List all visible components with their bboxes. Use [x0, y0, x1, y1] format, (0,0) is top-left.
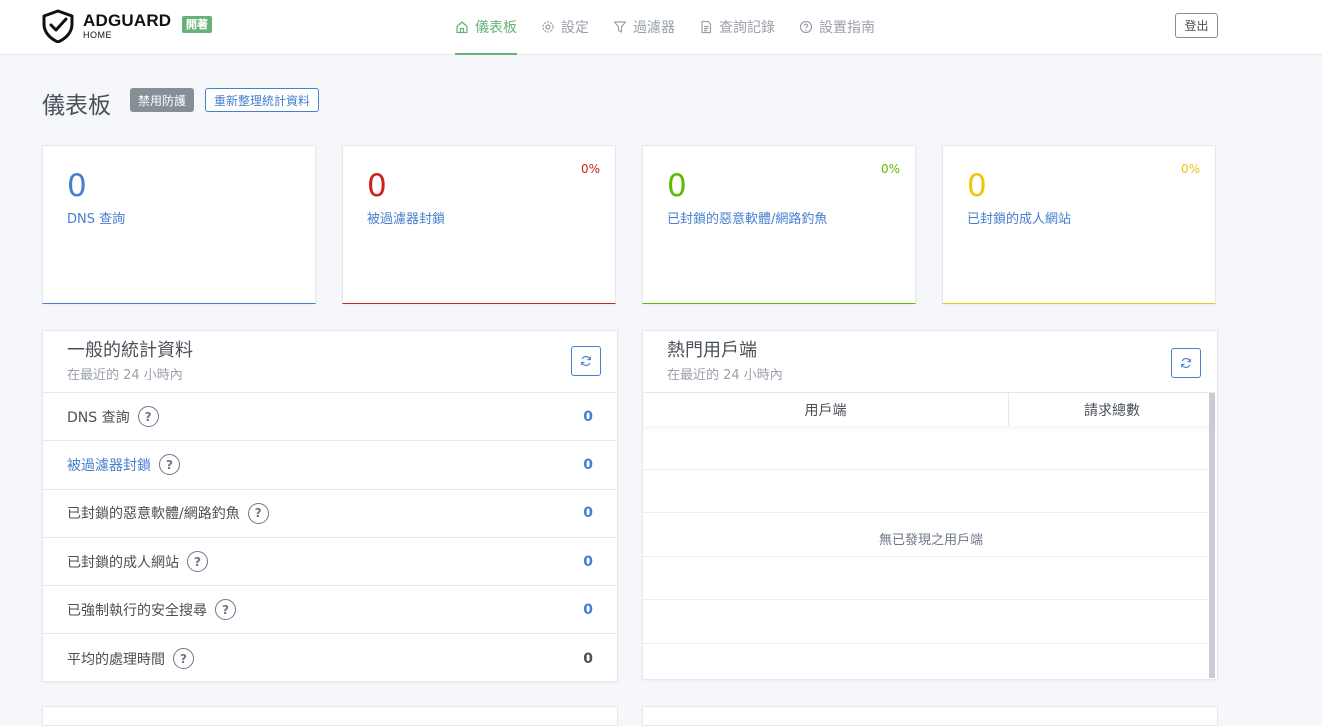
- stat-percent: 0%: [880, 162, 900, 176]
- stat-value: 0: [367, 168, 387, 204]
- table-row: 已封鎖的惡意軟體/網路釣魚? 0: [43, 490, 617, 538]
- table-row: DNS 查詢? 0: [43, 393, 617, 442]
- row-label[interactable]: 被過濾器封鎖: [67, 455, 151, 475]
- refresh-statistics-button[interactable]: 重新整理統計資料: [205, 88, 320, 112]
- help-icon[interactable]: ?: [137, 406, 159, 428]
- help-icon[interactable]: ?: [247, 502, 269, 524]
- stat-value: 0: [67, 168, 87, 204]
- table-row: 已強制執行的安全搜尋? 0: [43, 586, 617, 635]
- refresh-icon: [1181, 358, 1191, 368]
- stat-percent: 0%: [1180, 162, 1200, 176]
- brand-subtitle: HOME: [83, 30, 112, 40]
- row-value: 0: [583, 553, 593, 570]
- table-scrollbar[interactable]: [1209, 393, 1215, 678]
- top-clients-panel: 熱門用戶端 在最近的 24 小時內 用戶端 請求總數 無已發現之用戶端: [642, 330, 1218, 680]
- nav-query-log-label: 查詢記錄: [719, 19, 775, 36]
- stat-label[interactable]: 被過濾器封鎖: [367, 208, 445, 227]
- logout-button[interactable]: 登出: [1175, 13, 1218, 38]
- refresh-general-stats-button[interactable]: [571, 346, 601, 376]
- adguard-logo[interactable]: ADGUARD HOME: [41, 9, 171, 43]
- filter-icon: [613, 20, 627, 33]
- nav-settings-label: 設定: [561, 19, 589, 36]
- main-nav: 儀表板 設定 過濾器 查詢記錄 設置指南: [455, 0, 899, 55]
- nav-dashboard[interactable]: 儀表板: [455, 0, 517, 55]
- stat-card-dns-queries: 0 DNS 查詢: [42, 145, 316, 304]
- panel-title: 一般的統計資料: [67, 340, 193, 361]
- table-row: [643, 470, 1215, 513]
- column-header-client[interactable]: 用戶端: [643, 393, 1009, 426]
- table-row: [643, 557, 1215, 600]
- panel-title: 熱門用戶端: [667, 340, 757, 361]
- column-header-requests[interactable]: 請求總數: [1009, 393, 1215, 426]
- row-value: 0: [583, 601, 593, 618]
- nav-filters-label: 過濾器: [633, 19, 675, 36]
- stat-label: DNS 查詢: [67, 212, 126, 227]
- panel-subtitle: 在最近的 24 小時內: [67, 368, 183, 383]
- stat-percent: 0%: [580, 162, 600, 176]
- nav-settings[interactable]: 設定: [541, 0, 589, 55]
- help-icon[interactable]: ?: [173, 648, 194, 670]
- stat-card-blocked-malware: 0% 0 已封鎖的惡意軟體/網路釣魚: [642, 145, 916, 304]
- nav-setup-guide-label: 設置指南: [819, 19, 875, 36]
- general-stats-table: DNS 查詢? 0 被過濾器封鎖? 0 已封鎖的惡意軟體/網路釣魚? 0 已封鎖…: [43, 392, 617, 683]
- stat-value: 0: [967, 168, 987, 204]
- row-value: 0: [583, 650, 593, 667]
- row-label: 平均的處理時間: [67, 651, 165, 668]
- nav-setup-guide[interactable]: 設置指南: [799, 0, 875, 55]
- shield-check-icon: [42, 9, 74, 43]
- top-clients-table: 用戶端 請求總數 無已發現之用戶端: [643, 392, 1215, 678]
- refresh-top-clients-button[interactable]: [1171, 348, 1201, 378]
- disable-protection-button[interactable]: 禁用防護: [130, 88, 195, 112]
- help-circle-icon: [799, 20, 813, 33]
- stat-label: 已封鎖的惡意軟體/網路釣魚: [667, 212, 828, 227]
- table-header: 用戶端 請求總數: [643, 393, 1215, 426]
- table-row: 被過濾器封鎖? 0: [43, 441, 617, 490]
- table-row: [643, 426, 1215, 470]
- table-row: [643, 600, 1215, 644]
- bottom-panel-left: [42, 706, 618, 726]
- refresh-icon: [581, 356, 591, 366]
- help-icon[interactable]: ?: [159, 454, 180, 476]
- row-label: 已強制執行的安全搜尋: [67, 602, 207, 619]
- row-label: 已封鎖的成人網站: [67, 554, 179, 571]
- gear-icon: [542, 20, 554, 33]
- nav-query-log[interactable]: 查詢記錄: [699, 0, 775, 55]
- document-icon: [701, 20, 712, 33]
- stat-label: 已封鎖的成人網站: [967, 212, 1072, 227]
- table-row: 已封鎖的成人網站? 0: [43, 538, 617, 587]
- row-value: 0: [583, 408, 593, 425]
- row-value: 0: [583, 505, 593, 522]
- top-header: ADGUARD HOME 開著 儀表板 設定 過濾器 查詢記錄 設置指南 登出: [0, 0, 1322, 55]
- row-value: 0: [583, 456, 593, 473]
- table-row: 平均的處理時間? 0: [43, 634, 617, 682]
- nav-filters[interactable]: 過濾器: [613, 0, 675, 55]
- page-title: 儀表板: [42, 93, 111, 119]
- help-icon[interactable]: ?: [187, 551, 208, 573]
- row-label: DNS 查詢: [67, 409, 130, 426]
- general-statistics-panel: 一般的統計資料 在最近的 24 小時內 DNS 查詢? 0 被過濾器封鎖? 0 …: [42, 330, 618, 682]
- nav-dashboard-label: 儀表板: [475, 19, 517, 36]
- stat-value: 0: [667, 168, 687, 204]
- bottom-panel-right: [642, 706, 1218, 726]
- panel-subtitle: 在最近的 24 小時內: [667, 368, 783, 383]
- protection-status-badge: 開著: [182, 16, 212, 33]
- row-label: 已封鎖的惡意軟體/網路釣魚: [67, 506, 240, 523]
- home-icon: [456, 20, 468, 33]
- stat-card-blocked-filters: 0% 0 被過濾器封鎖: [342, 145, 616, 304]
- brand-name: ADGUARD: [83, 11, 172, 30]
- help-icon[interactable]: ?: [215, 599, 236, 621]
- empty-state-message: 無已發現之用戶端: [851, 523, 1011, 553]
- stat-card-blocked-adult: 0% 0 已封鎖的成人網站: [942, 145, 1216, 304]
